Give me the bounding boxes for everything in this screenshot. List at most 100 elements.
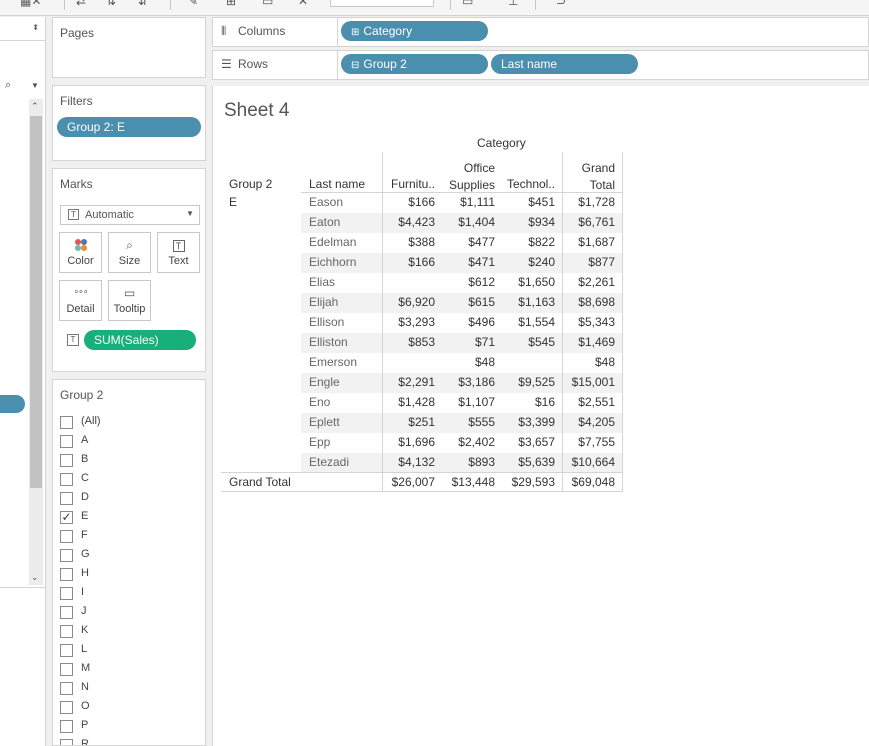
lastname-cell[interactable]: Eaton — [309, 215, 340, 229]
expand-icon[interactable]: ⊞ — [351, 27, 359, 38]
checkbox[interactable] — [60, 625, 73, 638]
lastname-cell[interactable]: Eason — [309, 195, 343, 209]
sales-cell[interactable]: $3,657 — [497, 435, 555, 449]
sales-cell[interactable]: $6,761 — [557, 215, 615, 229]
sales-cell[interactable]: $934 — [497, 215, 555, 229]
search-icon[interactable]: ⌕ — [5, 79, 11, 92]
scrollbar-thumb[interactable] — [30, 116, 42, 488]
columns-shelf[interactable]: ⦀ Columns ⊞ Category — [212, 17, 869, 47]
sum-sales-pill[interactable]: SUM(Sales) — [84, 330, 196, 350]
lastname-cell[interactable]: Elliston — [309, 335, 348, 349]
sales-cell[interactable]: $3,293 — [377, 315, 435, 329]
highlight-icon[interactable]: ✎ — [188, 0, 198, 8]
sort-arrows-icon[interactable]: ⬍ — [32, 23, 39, 32]
field-search[interactable]: ⌕ ▼ — [0, 77, 46, 97]
sales-cell[interactable]: $4,423 — [377, 215, 435, 229]
sales-cell[interactable]: $451 — [497, 195, 555, 209]
lastname-pill[interactable]: Last name — [491, 54, 638, 74]
sheet-title[interactable]: Sheet 4 — [224, 100, 290, 122]
sales-cell[interactable]: $1,696 — [377, 435, 435, 449]
category-header[interactable]: Category — [477, 136, 526, 150]
checkbox[interactable] — [60, 416, 73, 429]
collapse-icon[interactable]: ⊟ — [351, 60, 359, 71]
sort-desc-icon[interactable]: ⇵ — [138, 0, 148, 8]
grand-total-cell[interactable]: $13,448 — [437, 475, 495, 489]
checkbox[interactable] — [60, 701, 73, 714]
sales-cell[interactable]: $251 — [377, 415, 435, 429]
pin-icon[interactable]: ✕ — [298, 0, 308, 8]
sales-cell[interactable]: $16 — [497, 395, 555, 409]
group-icon[interactable]: ⊞ — [226, 0, 236, 8]
sales-cell[interactable]: $6,920 — [377, 295, 435, 309]
sales-cell[interactable]: $615 — [437, 295, 495, 309]
category-pill[interactable]: ⊞ Category — [341, 21, 488, 41]
size-button[interactable]: ⌕ Size — [108, 232, 151, 273]
checkbox[interactable] — [60, 530, 73, 543]
checkbox[interactable] — [60, 492, 73, 505]
sales-cell[interactable]: $1,650 — [497, 275, 555, 289]
sales-cell[interactable]: $4,205 — [557, 415, 615, 429]
sales-cell[interactable]: $2,291 — [377, 375, 435, 389]
fit-dropdown[interactable] — [330, 0, 434, 7]
grand-total-cell[interactable]: $26,007 — [377, 475, 435, 489]
sales-cell[interactable]: $1,728 — [557, 195, 615, 209]
sales-cell[interactable]: $1,404 — [437, 215, 495, 229]
sales-cell[interactable]: $471 — [437, 255, 495, 269]
checkbox[interactable] — [60, 739, 73, 745]
chevron-up-icon[interactable]: ⌃ — [31, 101, 39, 112]
chevron-down-icon[interactable]: ▼ — [31, 81, 39, 90]
col-header-furniture[interactable]: Furnitu.. — [377, 177, 435, 191]
sales-cell[interactable]: $3,186 — [437, 375, 495, 389]
sales-cell[interactable]: $71 — [437, 335, 495, 349]
share-icon[interactable]: ⊃ — [556, 0, 566, 8]
sales-cell[interactable]: $48 — [557, 355, 615, 369]
lastname-cell[interactable]: Engle — [309, 375, 340, 389]
sales-cell[interactable]: $545 — [497, 335, 555, 349]
col-header-grand-total[interactable]: Grand Total — [565, 160, 615, 194]
sales-cell[interactable]: $2,402 — [437, 435, 495, 449]
label-icon[interactable]: ▭ — [262, 0, 273, 8]
group2-header[interactable]: Group 2 — [229, 177, 272, 191]
sales-cell[interactable]: $1,163 — [497, 295, 555, 309]
sales-cell[interactable]: $4,132 — [377, 455, 435, 469]
sales-cell[interactable]: $5,639 — [497, 455, 555, 469]
sales-cell[interactable]: $555 — [437, 415, 495, 429]
lastname-cell[interactable]: Edelman — [309, 235, 356, 249]
sales-cell[interactable]: $166 — [377, 255, 435, 269]
sales-cell[interactable]: $1,469 — [557, 335, 615, 349]
sales-cell[interactable]: $853 — [377, 335, 435, 349]
grand-total-cell[interactable]: $69,048 — [557, 475, 615, 489]
lastname-cell[interactable]: Emerson — [309, 355, 357, 369]
sales-cell[interactable]: $612 — [437, 275, 495, 289]
checkbox[interactable] — [60, 568, 73, 581]
swap-icon[interactable]: ⇄ — [76, 0, 86, 8]
checkbox[interactable] — [60, 549, 73, 562]
checkbox[interactable] — [60, 720, 73, 733]
color-button[interactable]: Color — [59, 232, 102, 273]
sort-asc-icon[interactable]: ⇅ — [106, 0, 116, 8]
sales-cell[interactable]: $10,664 — [557, 455, 615, 469]
field-pill-selected[interactable] — [0, 395, 25, 413]
checkbox[interactable] — [60, 454, 73, 467]
lastname-cell[interactable]: Eno — [309, 395, 330, 409]
sales-cell[interactable]: $240 — [497, 255, 555, 269]
sales-cell[interactable]: $7,755 — [557, 435, 615, 449]
sales-cell[interactable]: $9,525 — [497, 375, 555, 389]
sales-cell[interactable]: $388 — [377, 235, 435, 249]
group2-value[interactable]: E — [229, 195, 237, 209]
sales-cell[interactable]: $3,399 — [497, 415, 555, 429]
sales-cell[interactable]: $877 — [557, 255, 615, 269]
text-encoding-icon[interactable]: T — [67, 334, 79, 346]
checkbox[interactable] — [60, 663, 73, 676]
sales-cell[interactable]: $477 — [437, 235, 495, 249]
mark-type-select[interactable]: T Automatic ▼ — [60, 205, 200, 225]
group2-pill[interactable]: ⊟ Group 2 — [341, 54, 488, 74]
sales-cell[interactable]: $8,698 — [557, 295, 615, 309]
col-header-office-supplies[interactable]: Office Supplies — [437, 160, 495, 194]
checkbox[interactable] — [60, 606, 73, 619]
lastname-cell[interactable]: Elias — [309, 275, 335, 289]
sales-cell[interactable]: $5,343 — [557, 315, 615, 329]
lastname-cell[interactable]: Etezadi — [309, 455, 349, 469]
checkbox[interactable] — [60, 644, 73, 657]
sales-cell[interactable]: $1,428 — [377, 395, 435, 409]
